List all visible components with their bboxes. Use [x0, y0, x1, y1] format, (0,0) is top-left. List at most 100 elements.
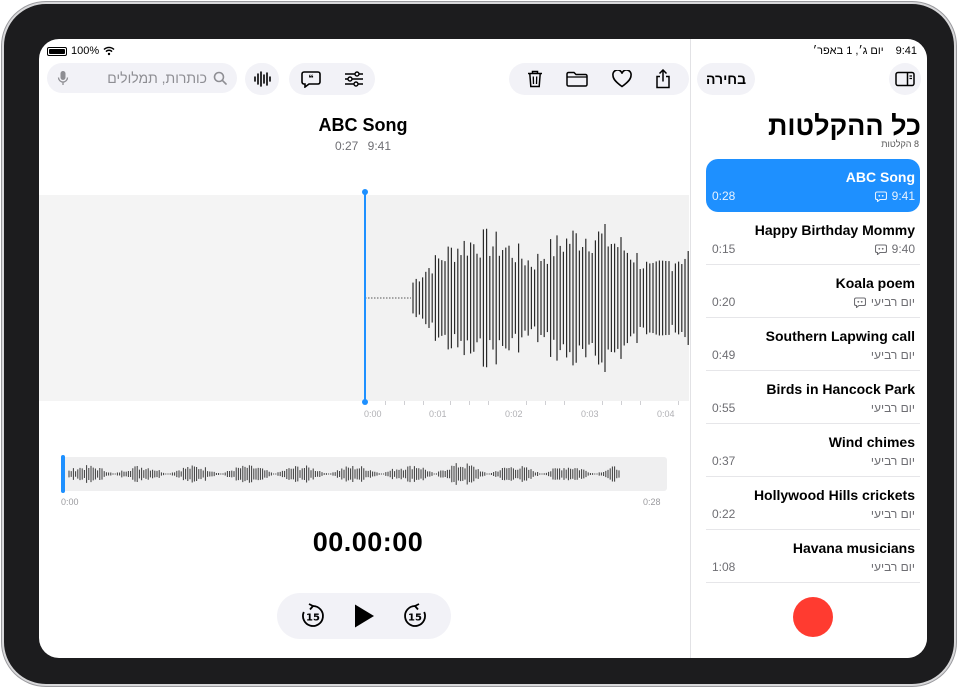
- skip-back-15-icon[interactable]: 15: [300, 603, 326, 629]
- record-button[interactable]: [793, 597, 833, 637]
- recording-date: יום רביעי: [871, 454, 915, 468]
- recordings-list: ABC Song 9:41 0:28 Happy Birthday Mommy 9:40…: [706, 159, 920, 583]
- recording-name: Koala poem: [835, 275, 915, 291]
- timeline-minor-tick: [602, 401, 603, 405]
- transcript-icon[interactable]: ❝: [300, 70, 321, 88]
- timeline-tick-label: 0:01: [429, 409, 447, 419]
- timeline-minor-tick: [469, 401, 470, 405]
- recording-list-item[interactable]: Koala poem יום רביעי 0:20: [706, 265, 920, 318]
- share-icon[interactable]: [655, 69, 671, 89]
- recording-list-item[interactable]: Havana musicians יום רביעי 1:08: [706, 530, 920, 583]
- recording-duration: 0:49: [712, 348, 736, 362]
- recordings-count: 8 הקלטות: [881, 139, 919, 149]
- select-button[interactable]: בחירה: [697, 63, 755, 95]
- recording-date-text: 9:40: [891, 242, 915, 256]
- wifi-icon: [103, 46, 115, 56]
- search-field[interactable]: כותרות, תמלולים: [47, 63, 237, 93]
- recordings-sidebar: 9:41 יום ג׳, 1 באפר׳ בחירה כל ההקלטות 8 …: [690, 39, 927, 658]
- sidebar-toggle-button[interactable]: [889, 63, 921, 95]
- timeline-minor-tick: [545, 401, 546, 405]
- svg-text:❝: ❝: [308, 74, 313, 84]
- recording-date: יום רביעי: [871, 507, 915, 521]
- playhead[interactable]: [362, 189, 368, 405]
- status-date: יום ג׳, 1 באפר׳: [812, 45, 884, 57]
- status-time: 9:41: [895, 45, 917, 57]
- timeline-ruler: 0:00 0:01 0:02 0:03 0:04: [39, 401, 717, 421]
- recording-date-text: יום רביעי: [870, 454, 915, 468]
- recording-duration: 1:08: [712, 560, 736, 574]
- play-icon[interactable]: [352, 603, 376, 629]
- playback-clock: 00.00:00: [312, 527, 424, 557]
- recording-date-text: יום רביעי: [870, 348, 915, 362]
- recording-date: 9:40: [874, 242, 915, 256]
- timeline-minor-tick: [385, 401, 386, 405]
- recording-list-item[interactable]: ABC Song 9:41 0:28: [706, 159, 920, 212]
- microphone-icon[interactable]: [57, 70, 69, 86]
- overview-end-time: 0:28: [643, 497, 661, 507]
- skip-forward-15-icon[interactable]: 15: [402, 603, 428, 629]
- search-input[interactable]: כותרות, תמלולים: [75, 70, 207, 86]
- sidebar-title: כל ההקלטות: [767, 111, 921, 141]
- recording-list-item[interactable]: Birds in Hancock Park יום רביעי 0:55: [706, 371, 920, 424]
- recording-list-item[interactable]: Hollywood Hills crickets יום רביעי 0:22: [706, 477, 920, 530]
- overview-waveform: [68, 463, 620, 485]
- battery-icon: [47, 46, 67, 56]
- recording-duration: 0:37: [712, 454, 736, 468]
- recording-date-text: יום רביעי: [870, 401, 915, 415]
- timeline-tick-label: 0:04: [657, 409, 675, 419]
- timeline-minor-tick: [564, 401, 565, 405]
- recording-name: ABC Song: [845, 169, 915, 185]
- timeline-tick-label: 0:03: [581, 409, 599, 419]
- overview-playhead[interactable]: [61, 455, 65, 493]
- recording-name: Happy Birthday Mommy: [754, 222, 915, 238]
- waveform-icon: [253, 71, 271, 87]
- timeline-minor-tick: [404, 401, 405, 405]
- recording-title: ABC Song: [318, 115, 408, 135]
- timeline-minor-tick: [678, 401, 679, 405]
- recording-time: 9:41: [367, 139, 392, 153]
- timeline-minor-tick: [488, 401, 489, 405]
- screen: 100% כותרות, תמלולים ❝ ABC Song 0:27 9:4…: [39, 39, 927, 658]
- battery-level: 100%: [71, 45, 100, 57]
- recording-list-item[interactable]: Happy Birthday Mommy 9:40 0:15: [706, 212, 920, 265]
- recording-name: Birds in Hancock Park: [766, 381, 915, 397]
- transport-controls: 15 15: [277, 593, 451, 639]
- overview-start-time: 0:00: [61, 497, 79, 507]
- trash-icon[interactable]: [527, 70, 543, 88]
- transcript-options-group: ❝: [289, 63, 375, 95]
- recording-name: Southern Lapwing call: [765, 328, 915, 344]
- sidebar-icon: [895, 71, 915, 87]
- recording-date-text: 9:41: [891, 189, 915, 203]
- recording-list-item[interactable]: Wind chimes יום רביעי 0:37: [706, 424, 920, 477]
- recording-date: יום רביעי: [871, 348, 915, 362]
- overview-scrubber[interactable]: [61, 457, 667, 491]
- timeline-minor-tick: [526, 401, 527, 405]
- folder-icon[interactable]: [566, 71, 588, 87]
- recording-date-text: יום רביעי: [870, 507, 915, 521]
- search-icon: [213, 71, 227, 85]
- status-bar-left: 100%: [47, 45, 115, 57]
- svg-text:15: 15: [306, 613, 320, 624]
- recording-date: יום רביעי: [871, 560, 915, 574]
- recording-name: Hollywood Hills crickets: [753, 487, 915, 503]
- timeline-minor-tick: [423, 401, 424, 405]
- recording-duration: 0:22: [712, 507, 736, 521]
- recording-duration: 0:20: [712, 295, 736, 309]
- recording-duration: 0:27: [334, 139, 359, 153]
- recording-date: 9:41: [874, 189, 915, 203]
- sliders-icon[interactable]: [344, 71, 364, 87]
- timeline-minor-tick: [621, 401, 622, 405]
- recording-duration: 0:55: [712, 401, 736, 415]
- recording-meta: 0:27 9:41: [39, 139, 687, 153]
- recording-actions: [509, 63, 689, 95]
- waveform-button[interactable]: [245, 63, 279, 95]
- ipad-frame: 100% כותרות, תמלולים ❝ ABC Song 0:27 9:4…: [2, 2, 956, 686]
- timeline-minor-tick: [640, 401, 641, 405]
- recording-date: יום רביעי: [853, 295, 915, 309]
- heart-icon[interactable]: [611, 70, 632, 88]
- recording-date-text: יום רביעי: [870, 560, 915, 574]
- recording-list-item[interactable]: Southern Lapwing call יום רביעי 0:49: [706, 318, 920, 371]
- transcript-icon: [853, 296, 866, 308]
- recording-date-text: יום רביעי: [870, 295, 915, 309]
- recording-name: Havana musicians: [792, 540, 915, 556]
